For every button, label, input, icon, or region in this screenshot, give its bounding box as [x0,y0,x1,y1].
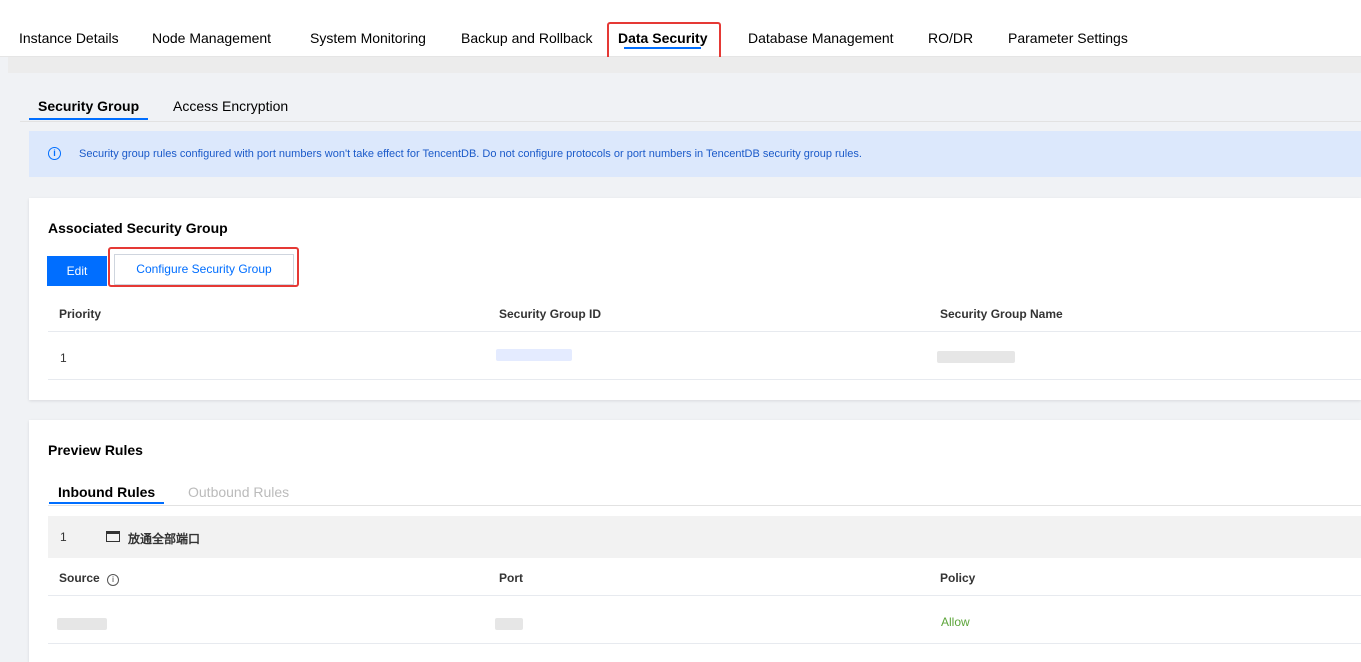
col-priority: Priority [59,307,102,321]
notice-text: Security group rules configured with por… [79,148,862,160]
tab-database-management[interactable]: Database Management [748,0,894,57]
top-nav: Instance Details Node Management System … [0,0,1361,57]
tab-parameter-settings[interactable]: Parameter Settings [1008,0,1128,57]
redacted-security-group-id [496,349,572,361]
tab-data-security[interactable]: Data Security [618,0,707,57]
tab-node-management[interactable]: Node Management [152,0,271,57]
tab-ro-dr[interactable]: RO/DR [928,0,973,57]
col-security-group-id: Security Group ID [499,307,602,321]
tab-instance-details[interactable]: Instance Details [19,0,119,57]
edit-button[interactable]: Edit [47,256,107,286]
col-source-label: Source [59,571,100,585]
col-security-group-name: Security Group Name [940,307,1063,321]
table-header: Priority Security Group ID Security Grou… [48,294,1361,332]
info-icon[interactable]: i [107,574,120,586]
rule-group-row[interactable]: 1 放通全部端口 [48,516,1361,558]
preview-title: Preview Rules [48,442,143,458]
active-tab-underline [624,47,702,49]
associated-title: Associated Security Group [48,220,228,236]
table-row: Allow [48,596,1361,644]
priority-value: 1 [60,351,67,365]
group-name: 放通全部端口 [128,532,201,546]
group-index: 1 [60,530,67,544]
preview-rules-card: Preview Rules Inbound Rules Outbound Rul… [29,420,1361,662]
redacted-source [57,618,107,630]
rule-tabs: Inbound Rules Outbound Rules [48,482,1361,506]
configure-security-group-button[interactable]: Configure Security Group [114,254,294,285]
separator-strip [8,57,1361,73]
col-source: Source i [59,571,120,586]
tab-inbound-label: Inbound Rules [58,484,156,500]
col-policy: Policy [940,571,976,585]
info-icon: i [48,147,61,160]
redacted-port [495,618,523,630]
tab-system-monitoring[interactable]: System Monitoring [310,0,426,57]
sub-tabs: Security Group Access Encryption [20,98,1361,122]
policy-value: Allow [941,615,970,629]
table-row: 1 [48,332,1361,380]
folder-icon [106,531,120,542]
rules-table-header: Source i Port Policy [48,558,1361,596]
info-notice: i Security group rules configured with p… [29,131,1361,177]
subtab-security-group[interactable]: Security Group [29,98,149,120]
active-subtab-underline [29,118,149,120]
tab-data-security-label: Data Security [618,30,708,46]
subtab-access-encryption[interactable]: Access Encryption [173,98,288,114]
redacted-security-group-name [937,351,1015,363]
active-rule-tab-underline [49,502,165,504]
tab-backup-and-rollback[interactable]: Backup and Rollback [461,0,593,57]
tab-outbound-rules[interactable]: Outbound Rules [188,484,289,500]
subtab-security-group-label: Security Group [38,98,140,114]
col-port: Port [499,571,523,585]
associated-security-group-card: Associated Security Group Edit Configure… [29,198,1361,400]
tab-inbound-rules[interactable]: Inbound Rules [49,484,165,504]
